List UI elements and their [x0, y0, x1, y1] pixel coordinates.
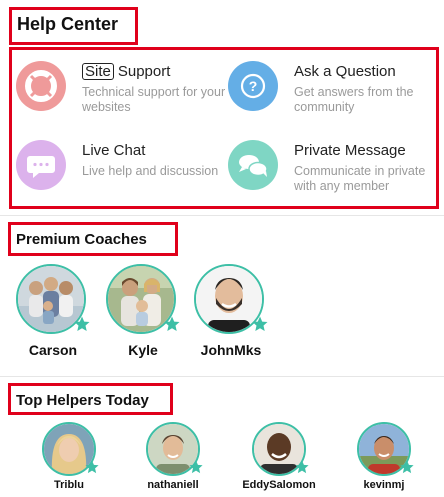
star-badge-icon	[252, 316, 268, 331]
helper-kevinmj[interactable]: kevinmj	[351, 422, 421, 496]
site-tag: Site	[82, 63, 114, 80]
chat-bubble-icon	[16, 140, 66, 190]
star-badge-icon	[295, 460, 309, 474]
coach-name: Kyle	[128, 342, 158, 358]
helper-name: EddySalomon	[242, 479, 316, 491]
star-badge-icon	[164, 316, 180, 331]
coach-johnmks[interactable]: JohnMks	[188, 262, 278, 362]
helper-name: nathaniell	[147, 479, 199, 491]
section-divider	[0, 215, 444, 216]
helper-triblu[interactable]: Triblu	[36, 422, 106, 496]
star-badge-icon	[85, 460, 99, 474]
help-item-private-message[interactable]: Private Message Communicate in private w…	[228, 140, 438, 200]
help-item-description: Technical support for your websites	[82, 85, 226, 114]
coach-kyle[interactable]: Kyle	[100, 262, 180, 362]
speech-bubbles-icon	[228, 140, 278, 190]
helper-eddysalomon[interactable]: EddySalomon	[242, 422, 316, 496]
support-label: Support	[117, 63, 171, 80]
help-item-title: Ask a Question	[294, 63, 396, 80]
help-item-title: Site Support	[82, 63, 170, 80]
help-item-support[interactable]: Site Support Technical support for your w…	[16, 61, 225, 121]
top-helpers-title: Top Helpers Today	[16, 392, 149, 409]
question-icon: ?	[228, 61, 278, 111]
help-item-description: Get answers from the community	[294, 85, 414, 114]
star-badge-icon	[400, 460, 414, 474]
help-item-live-chat[interactable]: Live Chat Live help and discussion	[16, 140, 218, 200]
help-item-description: Live help and discussion	[82, 164, 219, 178]
help-item-description: Communicate in private with any member	[294, 164, 426, 193]
helper-name: Triblu	[54, 479, 84, 491]
lifebuoy-icon	[16, 61, 66, 111]
helper-nathaniell[interactable]: nathaniell	[140, 422, 210, 496]
help-item-title: Live Chat	[82, 142, 146, 159]
help-item-ask-question[interactable]: ? Ask a Question Get answers from the co…	[228, 61, 438, 121]
helper-name: kevinmj	[363, 479, 405, 491]
coach-name: Carson	[28, 342, 78, 358]
help-center-title: Help Center	[17, 14, 119, 34]
star-badge-icon	[189, 460, 203, 474]
star-badge-icon	[74, 316, 90, 331]
coach-carson[interactable]: Carson	[10, 262, 90, 362]
svg-text:?: ?	[249, 78, 258, 94]
premium-coaches-title: Premium Coaches	[16, 231, 147, 248]
help-item-title: Private Message	[294, 142, 406, 159]
coach-name: JohnMks	[200, 342, 262, 358]
section-divider	[0, 376, 444, 377]
